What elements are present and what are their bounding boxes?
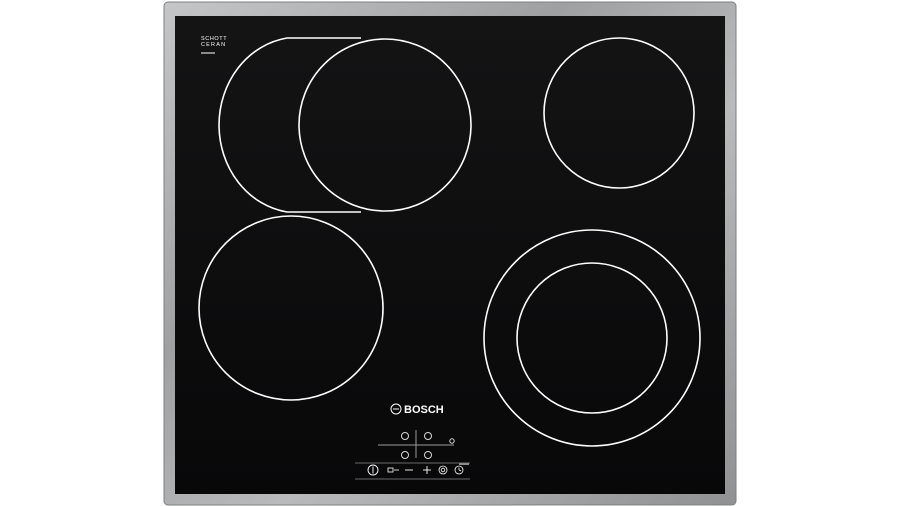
cooktop-photo: SCHOTT CERAN BOSCH bbox=[0, 0, 900, 506]
model-label bbox=[201, 52, 215, 54]
svg-text:CERAN: CERAN bbox=[201, 42, 226, 48]
display-label bbox=[459, 463, 469, 465]
ceramic-hob: SCHOTT CERAN BOSCH bbox=[163, 1, 737, 506]
glass-surface bbox=[175, 16, 725, 494]
svg-text:BOSCH: BOSCH bbox=[404, 404, 444, 416]
